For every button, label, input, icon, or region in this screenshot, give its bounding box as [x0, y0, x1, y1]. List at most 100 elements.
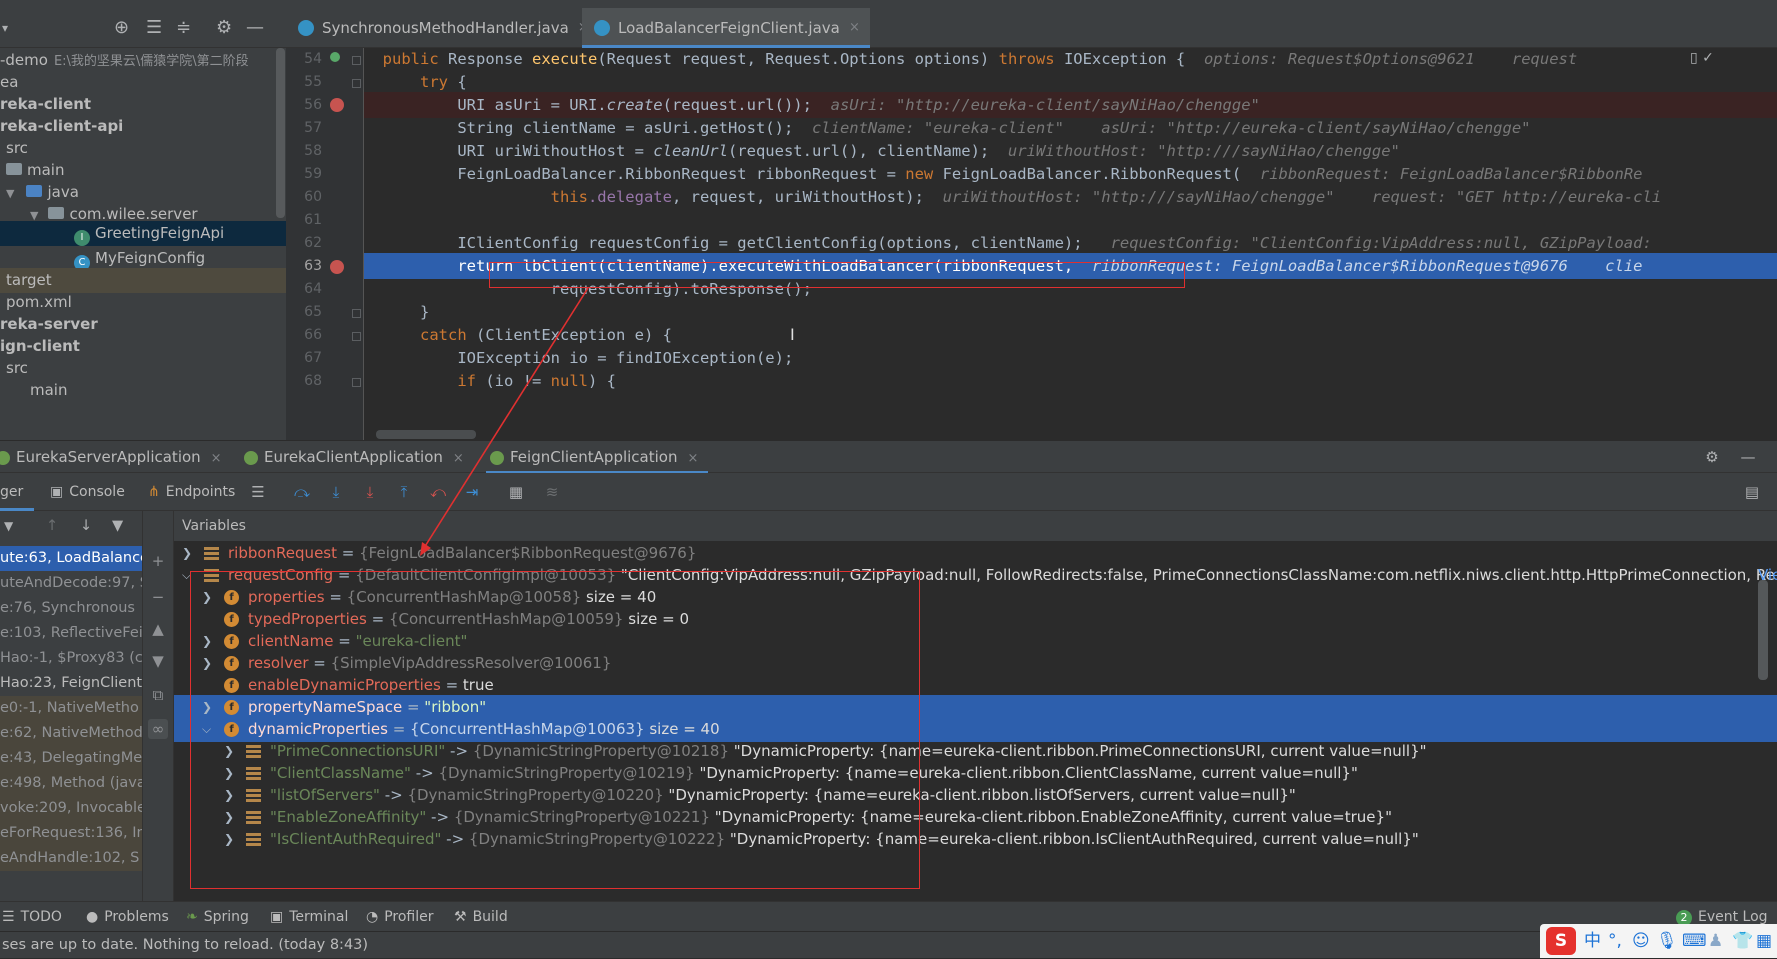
emoji-icon[interactable]: ☺	[1632, 930, 1650, 952]
show-watches-icon[interactable]: ∞	[148, 719, 168, 739]
add-watch-icon[interactable]: +	[148, 551, 168, 571]
frame-item[interactable]: e:498, Method (java	[0, 771, 142, 796]
project-path: E:\我的坚果云\儒猿学院\第二阶段	[53, 54, 249, 69]
override-icon[interactable]	[330, 52, 340, 62]
frame-item[interactable]: e0:-1, NativeMetho	[0, 696, 142, 721]
fold-icon[interactable]	[352, 332, 361, 341]
trace-icon[interactable]: ≋	[542, 482, 562, 502]
breadcrumb	[0, 0, 1777, 8]
ime-punctuation-toggle[interactable]: °,	[1608, 930, 1622, 952]
step-over-icon[interactable]: ⤼	[292, 482, 312, 502]
restore-layout-icon[interactable]: ☰	[248, 482, 268, 502]
class-icon	[298, 20, 314, 36]
frame-item[interactable]: eAndHandle:102, S	[0, 846, 142, 871]
tab-load-balancer-feign-client[interactable]: LoadBalancerFeignClient.java ×	[582, 8, 870, 48]
force-step-into-icon[interactable]: ⤓	[360, 482, 380, 502]
move-up-icon[interactable]: ▲	[148, 619, 168, 639]
variables-scrollbar[interactable]	[1758, 580, 1768, 680]
close-icon[interactable]: ×	[211, 451, 222, 466]
minimize-icon[interactable]: —	[246, 18, 264, 38]
spring-button[interactable]: ❧ Spring	[186, 902, 249, 932]
sogou-logo-icon[interactable]: S	[1546, 927, 1576, 955]
expand-all-icon[interactable]: ☰	[146, 18, 162, 38]
close-icon[interactable]: ×	[849, 8, 860, 48]
frame-item[interactable]: ute:63, LoadBalance	[0, 546, 142, 571]
problems-button[interactable]: ● Problems	[86, 902, 169, 932]
layout-icon[interactable]: ▤	[1742, 482, 1762, 502]
arrow-up-icon[interactable]: ↑	[46, 511, 58, 541]
tab-eureka-client-application[interactable]: EurekaClientApplication ×	[240, 441, 464, 474]
copy-icon[interactable]: ⧉	[148, 685, 168, 705]
frame-item[interactable]: Hao:23, FeignClient	[0, 671, 142, 696]
tab-feign-client-application[interactable]: FeignClientApplication ×	[486, 441, 708, 474]
thread-selector[interactable]: ▼ ↑ ↓ ▼	[0, 511, 142, 541]
code-token: }	[420, 303, 430, 321]
fold-icon[interactable]	[352, 309, 361, 318]
dropdown-arrow-icon[interactable]: ▾	[2, 18, 8, 38]
close-icon[interactable]: ×	[453, 451, 464, 466]
reader-mode-icon[interactable]: ▯ ✓	[1690, 50, 1714, 66]
filter-icon[interactable]: ▼	[112, 511, 123, 541]
frame-item[interactable]: e:62, NativeMethod	[0, 721, 142, 746]
text-cursor-icon: I	[790, 325, 795, 344]
tab-synchronous-method-handler[interactable]: SynchronousMethodHandler.java×	[286, 8, 599, 48]
locate-icon[interactable]: ⊕	[114, 18, 129, 38]
tab-endpoints[interactable]: ⋔ Endpoints	[148, 473, 235, 511]
move-down-icon[interactable]: ▼	[148, 651, 168, 671]
run-to-cursor-icon[interactable]: ⇥	[462, 482, 482, 502]
variables-toolbar: + − ▲ ▼ ⧉ ∞	[143, 511, 174, 901]
frame-item[interactable]: e:76, Synchronous	[0, 596, 142, 621]
keyboard-icon[interactable]: ⌨	[1682, 930, 1707, 952]
profiler-button[interactable]: ◔ Profiler	[366, 902, 434, 932]
microphone-icon[interactable]: 🎙	[1656, 930, 1678, 952]
project-scrollbar[interactable]	[276, 48, 285, 218]
tree-item-label: src	[6, 139, 28, 157]
inline-debug-value: asUri: "http://eureka-client/sayNiHao/ch…	[830, 96, 1260, 114]
terminal-button[interactable]: ▣ Terminal	[270, 902, 348, 932]
frame-item[interactable]: uteAndDecode:97, S	[0, 571, 142, 596]
arrow-down-icon[interactable]: ↓	[80, 511, 92, 541]
step-out-icon[interactable]: ⤒	[394, 482, 414, 502]
dropdown-arrow-icon[interactable]: ▼	[4, 519, 13, 533]
step-into-icon[interactable]: ⤓	[326, 482, 346, 502]
todo-button[interactable]: ☰ TODO	[2, 902, 62, 932]
tree-item-label: GreetingFeignApi	[95, 224, 225, 242]
collapse-all-icon[interactable]: ≑	[176, 18, 191, 38]
breakpoint-icon[interactable]	[330, 98, 344, 112]
tab-eureka-server-application[interactable]: EurekaServerApplication ×	[0, 441, 222, 474]
tab-debugger[interactable]: ger	[0, 473, 34, 511]
chevron-down-icon[interactable]: ▼	[6, 187, 14, 200]
fold-icon[interactable]	[352, 378, 361, 387]
code-token: String clientName = asUri.getHost();	[457, 119, 794, 137]
frame-item[interactable]: eForRequest:136, In	[0, 821, 142, 846]
remove-watch-icon[interactable]: −	[148, 587, 168, 607]
frame-item[interactable]: e:43, DelegatingMe	[0, 746, 142, 771]
gear-icon[interactable]: ⚙	[216, 18, 232, 38]
grid-icon[interactable]: ▦	[1756, 930, 1772, 952]
close-icon[interactable]: ×	[687, 451, 698, 466]
build-button[interactable]: ⚒ Build	[454, 902, 508, 932]
drop-frame-icon[interactable]: ⤺	[428, 482, 448, 502]
frame-item[interactable]: Hao:-1, $Proxy83 (c	[0, 646, 142, 671]
editor-gutter[interactable]: 54 55 56 57 58 59 60 61 62 63 64 65 66 6…	[286, 48, 364, 440]
tree-item-folder[interactable]: main	[0, 378, 286, 403]
code-token: if	[457, 372, 486, 390]
breakpoint-icon[interactable]	[330, 260, 344, 274]
tab-console[interactable]: ▣ Console	[50, 473, 125, 511]
annotation-box-code	[489, 262, 1185, 288]
evaluate-expression-icon[interactable]: ▦	[506, 482, 526, 502]
frame-item[interactable]: e:103, ReflectiveFei	[0, 621, 142, 646]
minimize-icon[interactable]: —	[1738, 447, 1758, 467]
tree-item-interface[interactable]: I GreetingFeignApi	[0, 221, 286, 246]
editor-horizontal-scrollbar[interactable]	[376, 430, 476, 439]
gear-icon[interactable]: ⚙	[1702, 447, 1722, 467]
profiler-icon: ◔	[366, 909, 379, 925]
fold-icon[interactable]	[352, 79, 361, 88]
skin-icon[interactable]: 👕	[1732, 930, 1753, 952]
frame-item[interactable]: voke:209, Invocable	[0, 796, 142, 821]
code-editor[interactable]: public Response execute(Request request,…	[364, 48, 1777, 440]
user-icon[interactable]: ♟	[1708, 930, 1723, 952]
fold-icon[interactable]	[352, 56, 361, 65]
line-number: 68	[304, 373, 322, 389]
ime-language-toggle[interactable]: 中	[1584, 930, 1601, 952]
